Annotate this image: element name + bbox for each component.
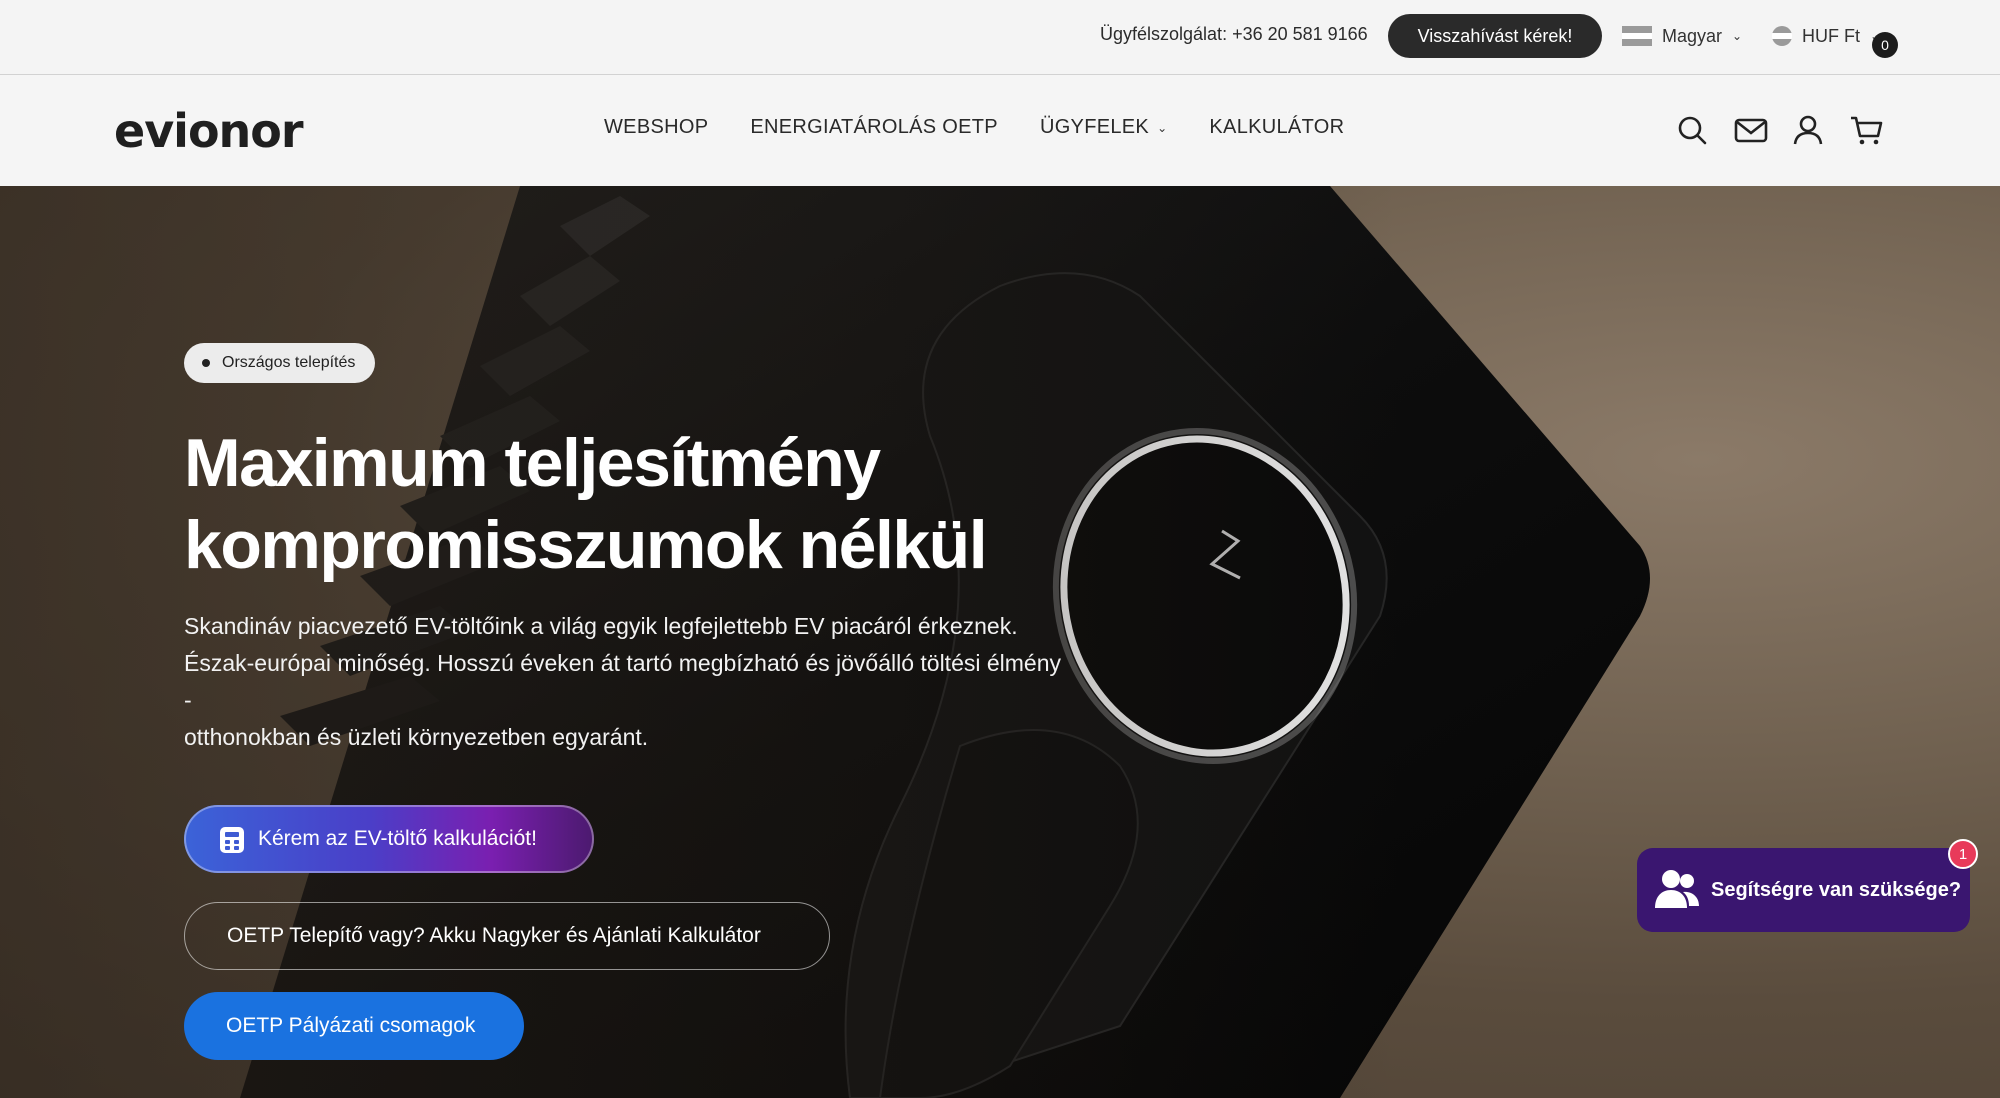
support-phone[interactable]: Ügyfélszolgálat: +36 20 581 9166 (1100, 24, 1368, 45)
oetp-installer-button[interactable]: OETP Telepítő vagy? Akku Nagyker és Aján… (184, 902, 830, 970)
mail-icon[interactable] (1734, 114, 1768, 146)
nav-label: ENERGIATÁROLÁS OETP (750, 116, 998, 138)
oetp-packages-button[interactable]: OETP Pályázati csomagok (184, 992, 524, 1060)
hero-description-line: - (184, 687, 192, 713)
account-icon[interactable] (1792, 114, 1824, 146)
hero-title-line1: Maximum teljesítmény (184, 425, 881, 501)
language-selector[interactable]: Magyar ⌄ (1622, 22, 1742, 50)
hero-description-line: Skandináv piacvezető EV-töltőink a világ… (184, 613, 1018, 639)
ev-calculator-label: Kérem az EV-töltő kalkulációt! (258, 827, 537, 850)
callback-button[interactable]: Visszahívást kérek! (1388, 14, 1602, 58)
chat-widget-button[interactable]: Segítségre van szüksége? (1637, 848, 1970, 932)
oetp-packages-label: OETP Pályázati csomagok (226, 1014, 476, 1037)
search-icon[interactable] (1676, 114, 1708, 146)
hero-title-line2: kompromisszumok nélkül (184, 507, 988, 583)
nav-label: ÜGYFELEK (1039, 116, 1150, 138)
hero-description-line: Észak-európai minőség. Hosszú éveken át … (184, 650, 1062, 676)
oetp-installer-label: OETP Telepítő vagy? Akku Nagyker és Aján… (227, 924, 761, 947)
dot-icon (202, 359, 210, 367)
announcement-bar: Ügyfélszolgálat: +36 20 581 9166 Visszah… (0, 0, 2000, 75)
nav-item-energiatarolas[interactable]: ENERGIATÁROLÁS OETP (750, 116, 998, 139)
nav-item-kalkulator[interactable]: KALKULÁTOR (1209, 116, 1344, 139)
chat-label: Segítségre van szüksége? (1711, 878, 1962, 901)
header-actions (1676, 114, 1883, 146)
nav-item-ugyfelek[interactable]: ÜGYFELEK ⌄ (1040, 116, 1167, 139)
ev-calculator-button[interactable]: Kérem az EV-töltő kalkulációt! (184, 805, 594, 873)
calculator-icon (220, 827, 244, 853)
hero-title: Maximum teljesítmény kompromisszumok nél… (184, 422, 1084, 586)
nav-label: KALKULÁTOR (1209, 116, 1345, 138)
hungary-flag-icon (1772, 26, 1792, 46)
chevron-down-icon: ⌄ (1732, 29, 1743, 43)
chat-notification-badge: 1 (1948, 839, 1978, 869)
main-nav: WEBSHOP ENERGIATÁROLÁS OETP ÜGYFELEK ⌄ KA… (604, 116, 1344, 139)
nav-label: WEBSHOP (604, 116, 709, 138)
nav-item-webshop[interactable]: WEBSHOP (604, 116, 708, 139)
currency-selector[interactable]: HUF Ft ⌄ (1772, 22, 1880, 50)
site-header: evionor WEBSHOP ENERGIATÁROLÁS OETP ÜGYF… (0, 76, 2000, 186)
cart-count-badge: 0 (1872, 32, 1898, 58)
chevron-down-icon: ⌄ (1157, 120, 1168, 135)
currency-label: HUF Ft (1802, 25, 1860, 46)
badge-label: Országos telepítés (222, 354, 356, 371)
language-label: Magyar (1662, 25, 1723, 46)
hero-description: Skandináv piacvezető EV-töltőink a világ… (184, 608, 1144, 756)
status-badge: Országos telepítés (184, 343, 376, 383)
hero-section: Országos telepítés Maximum teljesítmény … (0, 186, 2000, 1098)
hungary-flag-icon (1622, 26, 1652, 47)
logo[interactable]: evionor (114, 104, 304, 158)
hero-description-line: otthonokban és üzleti környezetben egyar… (184, 724, 649, 750)
cart-icon[interactable] (1850, 114, 1883, 146)
people-icon (1655, 870, 1699, 908)
